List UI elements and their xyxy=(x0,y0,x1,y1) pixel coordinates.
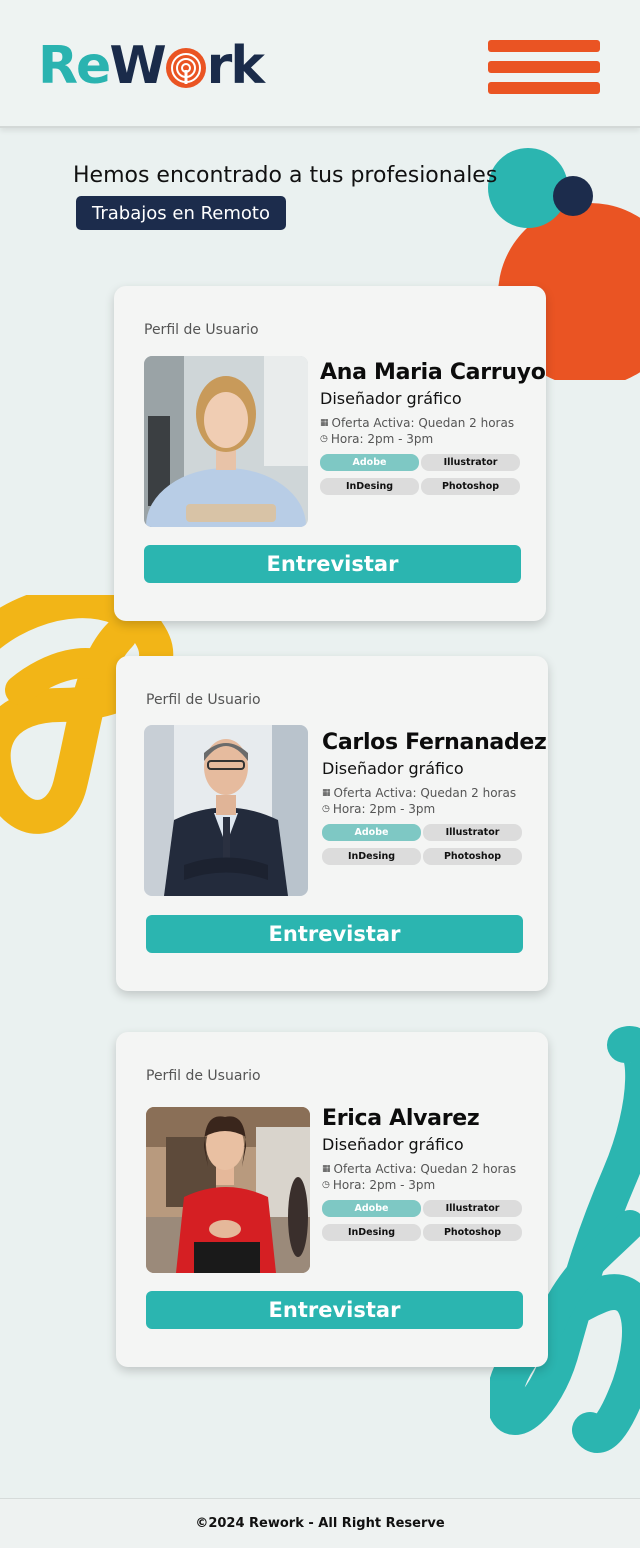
profile-card: Perfil de Usuario Ana Maria Carruyo Dise… xyxy=(114,286,546,621)
skill-badge: Adobe xyxy=(320,454,419,471)
profile-label: Perfil de Usuario xyxy=(146,692,261,708)
profile-photo xyxy=(146,1107,310,1273)
skill-badge: Illustrator xyxy=(421,454,520,471)
profile-name: Carlos Fernanadez xyxy=(322,730,547,755)
hours-text: Hora: 2pm - 3pm xyxy=(330,432,434,446)
profile-photo xyxy=(144,725,308,896)
menu-bar xyxy=(488,40,600,52)
page-headline: Hemos encontrado a tus profesionales xyxy=(73,163,498,188)
skill-badge: InDesing xyxy=(322,848,421,865)
offer-text: Oferta Activa: Quedan 2 horas xyxy=(333,1162,517,1176)
offer-text: Oferta Activa: Quedan 2 horas xyxy=(333,786,517,800)
calendar-icon: ▦ xyxy=(320,418,329,428)
profile-label: Perfil de Usuario xyxy=(144,322,259,338)
menu-bar xyxy=(488,82,600,94)
skills-list: Adobe Illustrator InDesing Photoshop xyxy=(322,824,523,865)
hours-text: Hora: 2pm - 3pm xyxy=(332,1178,436,1192)
profile-name: Ana Maria Carruyo xyxy=(320,360,546,385)
skill-badge: InDesing xyxy=(320,478,419,495)
interview-button[interactable]: Entrevistar xyxy=(144,545,521,583)
profile-role: Diseñador gráfico xyxy=(322,1135,464,1154)
interview-hours: ◷ Hora: 2pm - 3pm xyxy=(322,1178,435,1192)
offer-status: ▦ Oferta Activa: Quedan 2 horas xyxy=(322,1162,516,1176)
profile-photo xyxy=(144,356,308,527)
skill-badge: Illustrator xyxy=(423,824,522,841)
logo-w: W xyxy=(109,36,166,96)
clock-icon: ◷ xyxy=(322,804,330,814)
skill-badge: Illustrator xyxy=(423,1200,522,1217)
hamburger-menu-icon[interactable] xyxy=(488,40,600,94)
skill-badge: Photoshop xyxy=(423,848,522,865)
profile-name: Erica Alvarez xyxy=(322,1106,480,1131)
offer-text: Oferta Activa: Quedan 2 horas xyxy=(331,416,515,430)
calendar-icon: ▦ xyxy=(322,1164,331,1174)
menu-bar xyxy=(488,61,600,73)
logo-rk: rk xyxy=(206,36,265,96)
profile-role: Diseñador gráfico xyxy=(320,389,462,408)
offer-status: ▦ Oferta Activa: Quedan 2 horas xyxy=(322,786,516,800)
rework-logo[interactable]: Re W rk xyxy=(38,36,265,96)
copyright-text: ©2024 Rework - All Right Reserve xyxy=(195,1516,445,1531)
skill-badge: Adobe xyxy=(322,824,421,841)
profile-card: Perfil de Usuario Erica Alvarez Diseñado… xyxy=(116,1032,548,1367)
interview-button[interactable]: Entrevistar xyxy=(146,1291,523,1329)
skills-list: Adobe Illustrator InDesing Photoshop xyxy=(320,454,521,495)
remote-jobs-tag[interactable]: Trabajos en Remoto xyxy=(76,196,286,230)
profile-label: Perfil de Usuario xyxy=(146,1068,261,1084)
site-header: Re W rk xyxy=(0,0,640,128)
calendar-icon: ▦ xyxy=(322,788,331,798)
offer-status: ▦ Oferta Activa: Quedan 2 horas xyxy=(320,416,514,430)
interview-hours: ◷ Hora: 2pm - 3pm xyxy=(320,432,433,446)
interview-button[interactable]: Entrevistar xyxy=(146,915,523,953)
clock-icon: ◷ xyxy=(322,1180,330,1190)
hours-text: Hora: 2pm - 3pm xyxy=(332,802,436,816)
skill-badge: Photoshop xyxy=(421,478,520,495)
clock-icon: ◷ xyxy=(320,434,328,444)
profile-card: Perfil de Usuario Carlos Fernanadez Dise… xyxy=(116,656,548,991)
site-footer: ©2024 Rework - All Right Reserve xyxy=(0,1498,640,1548)
profile-role: Diseñador gráfico xyxy=(322,759,464,778)
logo-re: Re xyxy=(38,36,111,96)
interview-hours: ◷ Hora: 2pm - 3pm xyxy=(322,802,435,816)
skill-badge: InDesing xyxy=(322,1224,421,1241)
skills-list: Adobe Illustrator InDesing Photoshop xyxy=(322,1200,523,1241)
skill-badge: Adobe xyxy=(322,1200,421,1217)
skill-badge: Photoshop xyxy=(423,1224,522,1241)
broadcast-icon xyxy=(165,48,206,88)
